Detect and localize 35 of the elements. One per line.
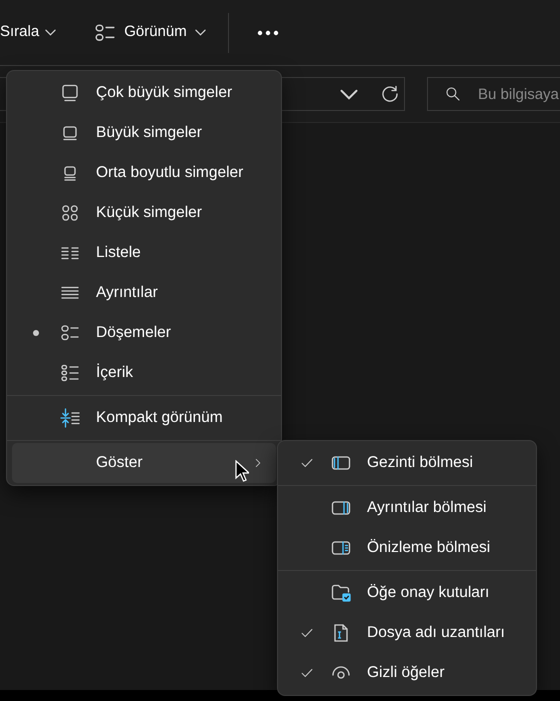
- folder-checkbox-icon: [331, 583, 351, 603]
- menu-item[interactable]: Büyük simgeler: [12, 113, 276, 153]
- menu-item[interactable]: Dosya adı uzantıları: [283, 613, 531, 653]
- menu-item[interactable]: Ayrıntılar bölmesi: [283, 488, 531, 528]
- compact-view-icon: [60, 408, 80, 428]
- menu-item[interactable]: İçerik: [12, 353, 276, 393]
- chevron-down-icon: [194, 29, 206, 36]
- sort-button[interactable]: Sırala: [0, 21, 56, 44]
- tiles-icon: [60, 323, 80, 343]
- menu-item[interactable]: Küçük simgeler: [12, 193, 276, 233]
- content-icon: [60, 363, 80, 383]
- menu-item[interactable]: Gezinti bölmesi: [283, 443, 531, 483]
- refresh-button[interactable]: [380, 84, 400, 104]
- tiles-icon: [94, 22, 116, 44]
- more-button[interactable]: [256, 30, 279, 36]
- menu-item[interactable]: Döşemeler: [12, 313, 276, 353]
- view-button[interactable]: Görünüm: [94, 21, 206, 44]
- refresh-icon: [380, 84, 400, 104]
- chevron-down-icon: [45, 29, 56, 36]
- monitor-icon: [60, 83, 80, 103]
- menu-item[interactable]: Göster: [12, 443, 276, 483]
- menu-item[interactable]: Öğe onay kutuları: [283, 573, 531, 613]
- history-dropdown-button[interactable]: [340, 88, 358, 100]
- menu-item[interactable]: Kompakt görünüm: [12, 398, 276, 438]
- menu-item[interactable]: Orta boyutlu simgeler: [12, 153, 276, 193]
- grid-icon: [60, 203, 80, 223]
- menu-item[interactable]: Çok büyük simgeler: [12, 73, 276, 113]
- menu-item[interactable]: Gizli öğeler: [283, 653, 531, 693]
- search-field[interactable]: Bu bilgisaya: [427, 77, 560, 111]
- search-icon: [445, 86, 461, 102]
- mouse-cursor-icon: [235, 460, 249, 482]
- menu-item[interactable]: Listele: [12, 233, 276, 273]
- chevron-down-icon: [340, 88, 358, 100]
- menu-item[interactable]: Önizleme bölmesi: [283, 528, 531, 568]
- menu-item[interactable]: Ayrıntılar: [12, 273, 276, 313]
